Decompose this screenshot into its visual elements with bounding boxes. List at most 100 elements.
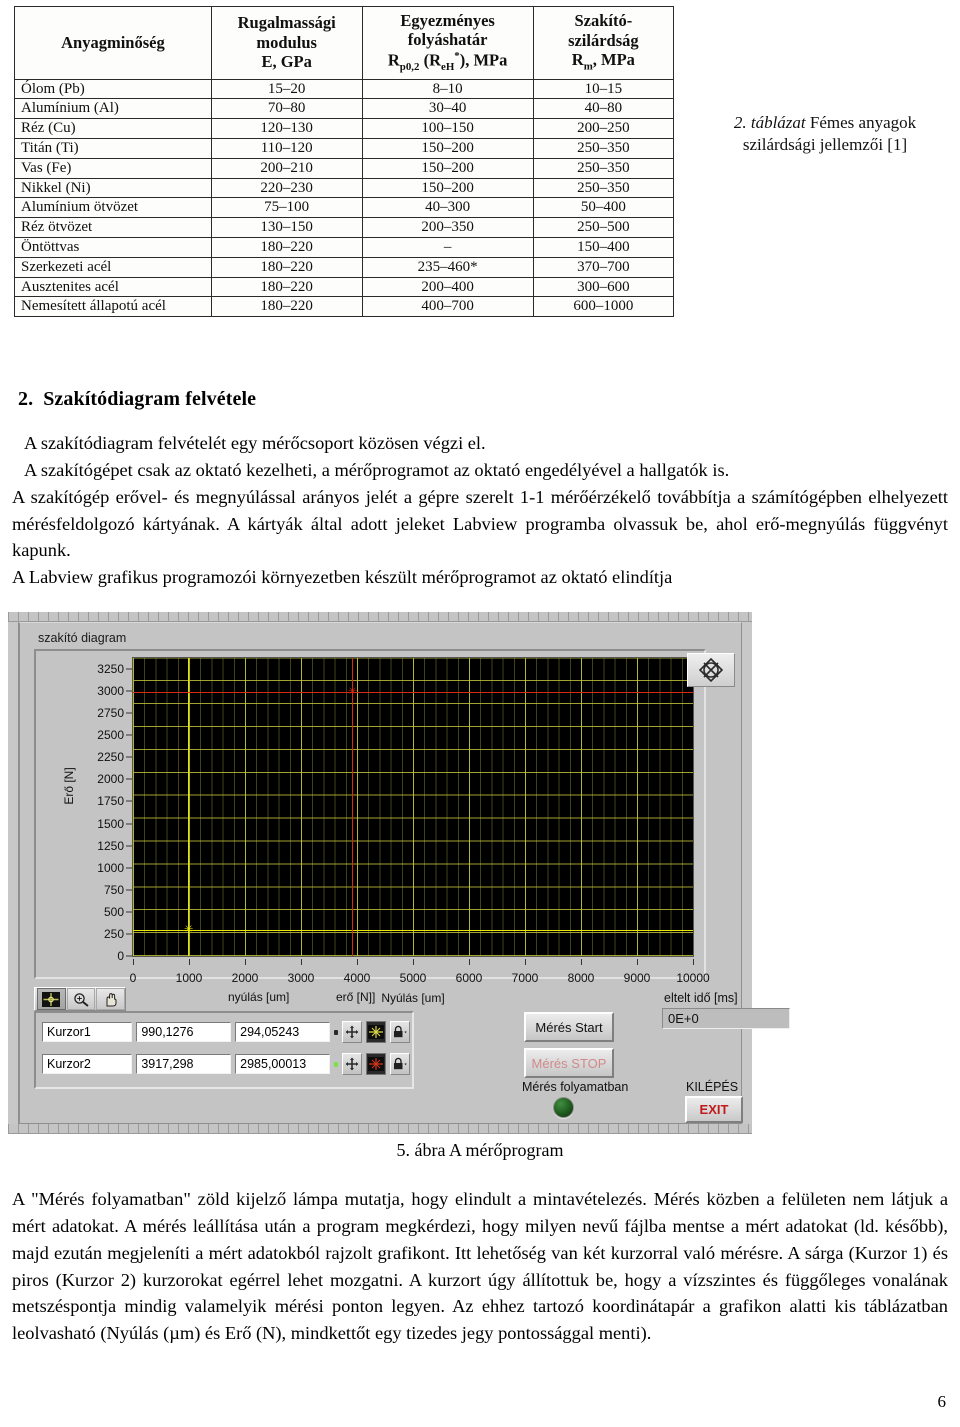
table-caption-line2: szilárdsági jellemzői [1]: [742, 135, 908, 155]
elapsed-time-label: eltelt idő [ms]: [664, 991, 738, 1005]
header-text: szilárdság: [568, 30, 639, 50]
plot-palette-icon[interactable]: [687, 653, 735, 687]
cursor-horizontal-line[interactable]: [133, 692, 693, 694]
zoom-tool-icon[interactable]: [66, 988, 96, 1010]
cell-yield-strength: 235–460*: [361, 256, 534, 278]
paragraph: A szakítódiagram felvételét egy mérőcsop…: [24, 433, 486, 453]
cursor-legend[interactable]: Kurzor1 990,1276 294,05243 Kurzor2 3917,…: [34, 1011, 414, 1089]
table-caption-label: 2. táblázat: [733, 113, 806, 132]
closing-paragraphs: A "Mérés folyamatban" zöld kijelző lámpa…: [12, 1186, 948, 1347]
y-tick-label: 2500: [97, 728, 124, 743]
cursor-move-tool-icon[interactable]: [37, 988, 66, 1010]
cursor-vertical-line[interactable]: [188, 658, 190, 956]
x-tick-mark: [637, 959, 638, 965]
x-tick-mark: [581, 959, 582, 965]
cell-tensile-strength: 200–250: [532, 118, 675, 139]
table-row: Nikkel (Ni) 220–230 150–200 250–350: [14, 177, 675, 199]
paragraph: A "Mérés folyamatban" zöld kijelző lámpa…: [12, 1189, 948, 1344]
header-text: Rugalmassági: [237, 13, 336, 33]
x-tick-label: 5000: [399, 971, 427, 985]
cell-tensile-strength: 250–350: [532, 177, 675, 199]
cursor-y-field[interactable]: 294,05243: [235, 1022, 330, 1042]
cursor-active-led: [333, 1061, 339, 1067]
x-tick-label: 7000: [511, 971, 539, 985]
cursor-marker[interactable]: ✳: [184, 924, 193, 935]
cell-youngs-modulus: 180–220: [210, 256, 363, 278]
y-tick-label: 1500: [97, 816, 124, 831]
cell-material: Alumínium ötvözet: [14, 197, 212, 219]
panel-grid-bottom: [8, 1124, 752, 1134]
cell-tensile-strength: 10–15: [532, 78, 675, 100]
table-caption-text: Fémes anyagok: [805, 113, 917, 132]
lock-icon: [394, 1025, 407, 1038]
cursor-style-button[interactable]: [366, 1021, 387, 1043]
pan-tool-icon[interactable]: [96, 988, 126, 1010]
y-tick-label: 0: [117, 949, 124, 963]
table-row: Réz ötvözet 130–150 200–350 250–500: [14, 217, 675, 238]
cell-youngs-modulus: 180–220: [210, 236, 363, 258]
cell-youngs-modulus: 110–120: [210, 137, 363, 159]
cursor-vertical-line[interactable]: [352, 658, 354, 956]
cell-youngs-modulus: 120–130: [210, 118, 363, 139]
x-tick-mark: [301, 959, 302, 965]
cell-yield-strength: 100–150: [361, 118, 534, 139]
cursor-row[interactable]: Kurzor1 990,1276 294,05243: [42, 1021, 411, 1043]
x-axis-label: Nyúlás [um]: [381, 991, 445, 1005]
column-header-material: Anyagminőség: [14, 6, 212, 80]
cell-yield-strength: 150–200: [361, 157, 534, 179]
cursor-y-field[interactable]: 2985,00013: [235, 1054, 330, 1074]
graph-toolbar[interactable]: [34, 987, 126, 1011]
cursor-lock-button[interactable]: [390, 1021, 411, 1043]
table-row: Nemesített állapotú acél 180–220 400–700 60…: [14, 296, 675, 318]
column-header-tensile-strength: Szakító- szilárdság Rm, MPa: [532, 6, 675, 80]
x-tick-mark: [245, 959, 246, 965]
cell-material: Réz ötvözet: [14, 217, 212, 238]
cursor-column-header-x: nyúlás [um]: [228, 990, 290, 1004]
cell-material: Réz (Cu): [14, 118, 212, 139]
cell-tensile-strength: 40–80: [532, 98, 675, 120]
header-text: Egyezményes: [400, 11, 495, 30]
y-axis-ticks: 0 250 500 750 1000 1250 1500 1750 2000 2250 2500 27…: [60, 657, 132, 963]
table-row: Ólom (Pb) 15–20 8–10 10–15: [14, 78, 675, 100]
xy-graph[interactable]: Erő [N] 0 250 500 750 1000 1250 1500 1750 2000 22…: [34, 649, 710, 1005]
cell-material: Nemesített állapotú acél: [14, 296, 212, 318]
cell-material: Öntöttvas: [14, 236, 212, 258]
table-row: Alumínium ötvözet 75–100 40–300 50–400: [14, 197, 675, 219]
paragraph: A szakítógép erővel- és megnyúlással ará…: [12, 486, 948, 561]
cursor-crosshair-style-icon: [368, 1025, 385, 1039]
exit-button[interactable]: EXIT: [685, 1096, 743, 1123]
cursor-name-field[interactable]: Kurzor2: [42, 1054, 133, 1074]
elapsed-time-value: 0E+0: [662, 1008, 790, 1029]
cursor-move-button[interactable]: [342, 1053, 363, 1075]
x-tick-label: 10000: [676, 971, 710, 985]
header-text: Anyagminőség: [61, 32, 165, 52]
cursor-x-field[interactable]: 3917,298: [136, 1054, 232, 1074]
cursor-horizontal-line[interactable]: [133, 930, 693, 932]
x-tick-mark: [413, 959, 414, 965]
plot-area[interactable]: ✳ ✳: [132, 657, 694, 957]
labview-front-panel: szakító diagram Erő [N] 0 250 500 750 1000 12…: [18, 622, 790, 1124]
x-tick-label: 0: [129, 971, 137, 985]
y-tick-label: 750: [103, 882, 124, 897]
table-row: Ausztenites acél 180–220 200–400 300–600: [14, 276, 675, 298]
cell-youngs-modulus: 15–20: [210, 78, 363, 100]
graph-title-label: szakító diagram: [38, 631, 127, 645]
cursor-style-button[interactable]: [366, 1053, 387, 1075]
cursor-row[interactable]: Kurzor2 3917,298 2985,00013: [42, 1053, 411, 1075]
cursor-lock-button[interactable]: [390, 1053, 411, 1075]
cursor-name-field[interactable]: Kurzor1: [42, 1022, 133, 1042]
header-text: modulus: [256, 32, 317, 52]
cursor-x-field[interactable]: 990,1276: [136, 1022, 232, 1042]
cell-material: Ólom (Pb): [14, 78, 212, 100]
start-measurement-button[interactable]: Mérés Start: [524, 1012, 614, 1042]
stop-measurement-button[interactable]: Mérés STOP: [524, 1048, 614, 1078]
four-way-arrow-icon: [345, 1025, 359, 1039]
cursor-marker[interactable]: ✳: [348, 686, 357, 697]
cell-yield-strength: 150–200: [361, 137, 534, 159]
cursor-move-button[interactable]: [342, 1021, 363, 1043]
figure-caption: 5. ábra A mérőprogram: [396, 1140, 564, 1160]
table-row: Vas (Fe) 200–210 150–200 250–350: [14, 157, 675, 179]
lock-icon: [394, 1057, 407, 1070]
table-body: Ólom (Pb) 15–20 8–10 10–15 Alumínium (Al) 70–…: [14, 78, 675, 318]
x-tick-label: 8000: [567, 971, 595, 985]
